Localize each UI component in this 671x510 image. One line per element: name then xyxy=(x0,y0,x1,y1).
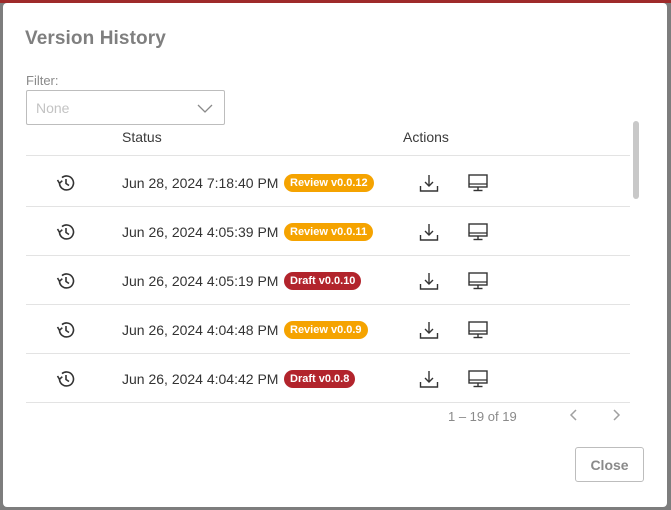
dialog-title: Version History xyxy=(25,28,166,49)
history-icon[interactable] xyxy=(55,368,77,390)
column-header-actions: Actions xyxy=(403,129,449,145)
download-icon[interactable] xyxy=(418,319,440,341)
table-scrollbar-thumb[interactable] xyxy=(633,121,639,199)
version-status-badge: Draft v0.0.10 xyxy=(284,272,362,290)
version-status-badge: Review v0.0.12 xyxy=(284,174,374,192)
column-header-status: Status xyxy=(122,129,162,145)
version-date: Jun 26, 2024 4:05:39 PM xyxy=(122,224,279,240)
version-history-dialog: Version History Filter: None Status Acti… xyxy=(3,3,667,507)
history-icon[interactable] xyxy=(55,319,77,341)
table-row: Jun 26, 2024 4:04:42 PM Draft v0.0.8 xyxy=(26,354,630,403)
version-date: Jun 28, 2024 7:18:40 PM xyxy=(122,175,279,191)
filter-select-value: None xyxy=(36,100,70,116)
table-header: Status Actions xyxy=(26,121,630,156)
download-icon[interactable] xyxy=(418,221,440,243)
monitor-icon[interactable] xyxy=(467,173,489,193)
history-icon[interactable] xyxy=(55,221,77,243)
table-row: Jun 28, 2024 7:18:40 PM Review v0.0.12 xyxy=(26,158,630,207)
version-date: Jun 26, 2024 4:05:19 PM xyxy=(122,273,279,289)
history-icon[interactable] xyxy=(55,270,77,292)
filter-select[interactable]: None xyxy=(26,90,225,125)
filter-label: Filter: xyxy=(26,73,59,88)
close-button[interactable]: Close xyxy=(575,447,644,482)
pagination-range: 1 – 19 of 19 xyxy=(448,409,517,424)
version-date: Jun 26, 2024 4:04:48 PM xyxy=(122,322,279,338)
chevron-down-icon xyxy=(197,104,213,113)
monitor-icon[interactable] xyxy=(467,222,489,242)
monitor-icon[interactable] xyxy=(467,320,489,340)
download-icon[interactable] xyxy=(418,368,440,390)
version-status-badge: Review v0.0.11 xyxy=(284,223,374,241)
chevron-right-icon[interactable] xyxy=(606,405,626,425)
monitor-icon[interactable] xyxy=(467,369,489,389)
table-row: Jun 26, 2024 4:05:19 PM Draft v0.0.10 xyxy=(26,256,630,305)
version-status-badge: Review v0.0.9 xyxy=(284,321,368,339)
version-table: Status Actions Jun 28, 2024 7:18:40 PM Re… xyxy=(26,121,630,403)
version-date: Jun 26, 2024 4:04:42 PM xyxy=(122,371,279,387)
version-status-badge: Draft v0.0.8 xyxy=(284,370,356,388)
download-icon[interactable] xyxy=(418,270,440,292)
download-icon[interactable] xyxy=(418,172,440,194)
history-icon[interactable] xyxy=(55,172,77,194)
chevron-left-icon[interactable] xyxy=(564,405,584,425)
table-row: Jun 26, 2024 4:05:39 PM Review v0.0.11 xyxy=(26,207,630,256)
monitor-icon[interactable] xyxy=(467,271,489,291)
table-row: Jun 26, 2024 4:04:48 PM Review v0.0.9 xyxy=(26,305,630,354)
